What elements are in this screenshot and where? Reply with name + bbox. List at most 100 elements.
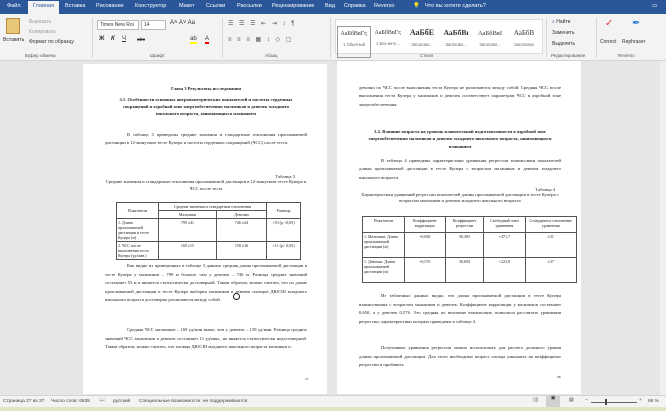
group-label-reverso: Reverso — [618, 53, 635, 58]
tab-insert[interactable]: Вставка — [65, 3, 85, 9]
replace-button[interactable]: Заменить — [552, 30, 574, 36]
style-normal[interactable]: АаБбВвГг, 1 Обычный — [337, 26, 371, 58]
web-layout-icon[interactable]: ▤ — [569, 398, 574, 403]
paragraph: Как видно из приведенных в таблице 3 дан… — [105, 263, 307, 303]
font-size-select[interactable]: 14 — [141, 20, 166, 30]
table-4-grid: Показатели Коэффициент корреляции Коэффици… — [362, 216, 577, 283]
style-heading2[interactable]: АаБбВı Заголово... — [439, 26, 473, 58]
paragraph: девочки по ЧСС после выполнения теста Ку… — [359, 85, 561, 107]
table-header: Разница — [266, 202, 301, 219]
style-no-spacing[interactable]: АаБбВвГг, 1 Без инте... — [371, 26, 405, 58]
paragraph: В таблице 3 приведены средние значения и… — [105, 132, 307, 145]
tab-references[interactable]: Ссылки — [206, 3, 225, 9]
document-area[interactable]: Глава 3 Результаты исследования 3.1. Осо… — [0, 61, 660, 395]
zoom-out-button[interactable]: − — [585, 398, 588, 403]
rephraser-button[interactable]: Rephraser — [622, 39, 645, 45]
table-caption: Средние значения и стандартные отклонени… — [105, 179, 307, 191]
paragraph: В таблица 4 приведены характеристики ура… — [359, 158, 561, 180]
language[interactable]: русский — [113, 399, 130, 404]
accessibility-status[interactable]: Специальные возможности: не поддерживают… — [139, 399, 247, 404]
table-header: Средние значения и стандартные отклонени… — [157, 202, 268, 211]
table-3: Показатели Средние значения и стандартные… — [116, 202, 301, 260]
group-label-styles: Стили — [420, 53, 433, 58]
tab-mailings[interactable]: Рассылки — [237, 3, 262, 9]
read-mode-icon[interactable]: ▯▯ — [533, 398, 538, 403]
word-count[interactable]: Число слов: 6535 — [51, 399, 90, 404]
strikethrough-button[interactable]: abc — [137, 37, 145, 43]
zoom-in-button[interactable]: + — [639, 398, 642, 403]
list-icons[interactable]: ☰ ☰ ☰ ⇤ ⇥ ↕ ¶ — [228, 20, 296, 27]
find-button[interactable]: ⌕ Найти — [552, 19, 570, 25]
vertical-scrollbar[interactable] — [660, 61, 666, 395]
tell-me-search[interactable]: Что вы хотите сделать? — [425, 3, 486, 9]
underline-button[interactable]: Ч — [122, 36, 126, 42]
font-name-select[interactable]: Times New Roi — [97, 20, 139, 30]
style-heading3[interactable]: АаБбВвI Заголово... — [473, 26, 507, 58]
paragraph: Из табличных данных видно, что длина про… — [359, 293, 561, 324]
table-header: Девочки — [215, 210, 268, 219]
page-number: 28 — [557, 375, 561, 379]
table-header: Показатели — [362, 216, 405, 233]
italic-button[interactable]: К — [111, 36, 115, 42]
grow-font-icon[interactable]: A˄ A˅ Aa — [170, 20, 195, 26]
select-button[interactable]: Выделить — [552, 41, 575, 47]
table-caption: Характеристики уравнений регрессии показ… — [361, 192, 559, 203]
table-header: Показатели — [116, 202, 159, 219]
tab-reverso[interactable]: Reverso — [374, 3, 394, 9]
page-28: девочки по ЧСС после выполнения теста Ку… — [337, 61, 581, 394]
table-row: 1. Девочки. Длина проплываемой дистанции… — [362, 257, 577, 283]
correct-button[interactable]: Correct — [600, 39, 616, 45]
print-layout-icon[interactable]: ▣ — [546, 396, 560, 407]
section-heading: 3.2. Влияние возраста на уровень плавате… — [368, 129, 552, 149]
group-label-font: Шрифт — [150, 53, 165, 58]
ribbon-tabs: Файл Главная Вставка Рисование Конструкт… — [0, 0, 666, 14]
page-number: 27 — [305, 377, 309, 381]
comments-icon[interactable]: ▭ — [652, 3, 657, 9]
paragraph: Средняя ЧСС мальчиков – 169 уд/мин выше,… — [105, 327, 307, 350]
zoom-slider[interactable] — [591, 402, 637, 403]
align-icons[interactable]: ≡ ≡ ≡ ▦ ↕ ◇ ▢ — [228, 36, 293, 43]
table-header: Мальчики — [158, 210, 217, 219]
group-label-editing: Редактирование — [551, 53, 586, 58]
section-heading: 3.1. Особенности основных антропометриче… — [119, 97, 293, 117]
cut-button[interactable]: Вырезать — [29, 19, 51, 25]
rephraser-icon[interactable]: ✒ — [632, 18, 640, 29]
highlight-icon[interactable]: ab — [190, 36, 197, 44]
tab-review[interactable]: Рецензирование — [272, 3, 314, 9]
lightbulb-icon: 💡 — [413, 3, 420, 9]
table-row: 1. Длина проплываемой дистанции в тесте … — [116, 218, 301, 242]
paste-button[interactable]: Вставить — [3, 37, 24, 43]
table-header: Стандартное отклонение уравнения — [524, 216, 577, 233]
ribbon: Вставить Вырезать Копировать Формат по о… — [0, 14, 666, 61]
correct-icon[interactable]: ✓ — [605, 18, 613, 29]
table-header: Свободный член уравнения — [483, 216, 526, 233]
group-label-clipboard: Буфер обмена — [25, 53, 56, 58]
zoom-level[interactable]: 66 % — [648, 399, 659, 404]
proofing-icon[interactable]: 📖 — [99, 398, 105, 403]
table-header: Коэффициент регрессии — [444, 216, 485, 233]
page-count[interactable]: Страница 27 из 37 — [3, 399, 44, 404]
style-heading[interactable]: АаБбВ Заголовок — [507, 26, 541, 58]
tab-design[interactable]: Конструктор — [135, 3, 166, 9]
bold-button[interactable]: Ж — [99, 36, 104, 42]
tab-layout[interactable]: Макет — [179, 3, 195, 9]
tab-draw[interactable]: Рисование — [96, 3, 124, 9]
status-bar: Страница 27 из 37 Число слов: 6535 📖 рус… — [0, 395, 666, 407]
group-label-paragraph: Абзац — [265, 53, 278, 58]
styles-gallery: АаБбВвГг, 1 Обычный АаБбВвГг, 1 Без инте..… — [335, 19, 543, 58]
paste-icon[interactable] — [6, 18, 20, 34]
tab-view[interactable]: Вид — [325, 3, 335, 9]
chapter-title: Глава 3 Результаты исследования — [170, 86, 242, 91]
tab-help[interactable]: Справка — [344, 3, 366, 9]
table-header: Коэффициент корреляции — [404, 216, 446, 233]
tab-file[interactable]: Файл — [7, 3, 21, 9]
paragraph: Полученные уравнения регрессии можно исп… — [359, 345, 561, 368]
tab-home[interactable]: Главная — [28, 1, 59, 14]
taskbar-edge — [0, 407, 666, 411]
font-color-icon[interactable]: A — [205, 36, 210, 44]
cursor-icon — [233, 293, 240, 300]
table-row: 1. Мальчики. Длина проплываемой дистанци… — [362, 232, 577, 258]
zoom-slider-thumb[interactable] — [605, 399, 607, 405]
format-painter-button[interactable]: Формат по образцу — [29, 39, 74, 45]
copy-button[interactable]: Копировать — [29, 29, 56, 35]
